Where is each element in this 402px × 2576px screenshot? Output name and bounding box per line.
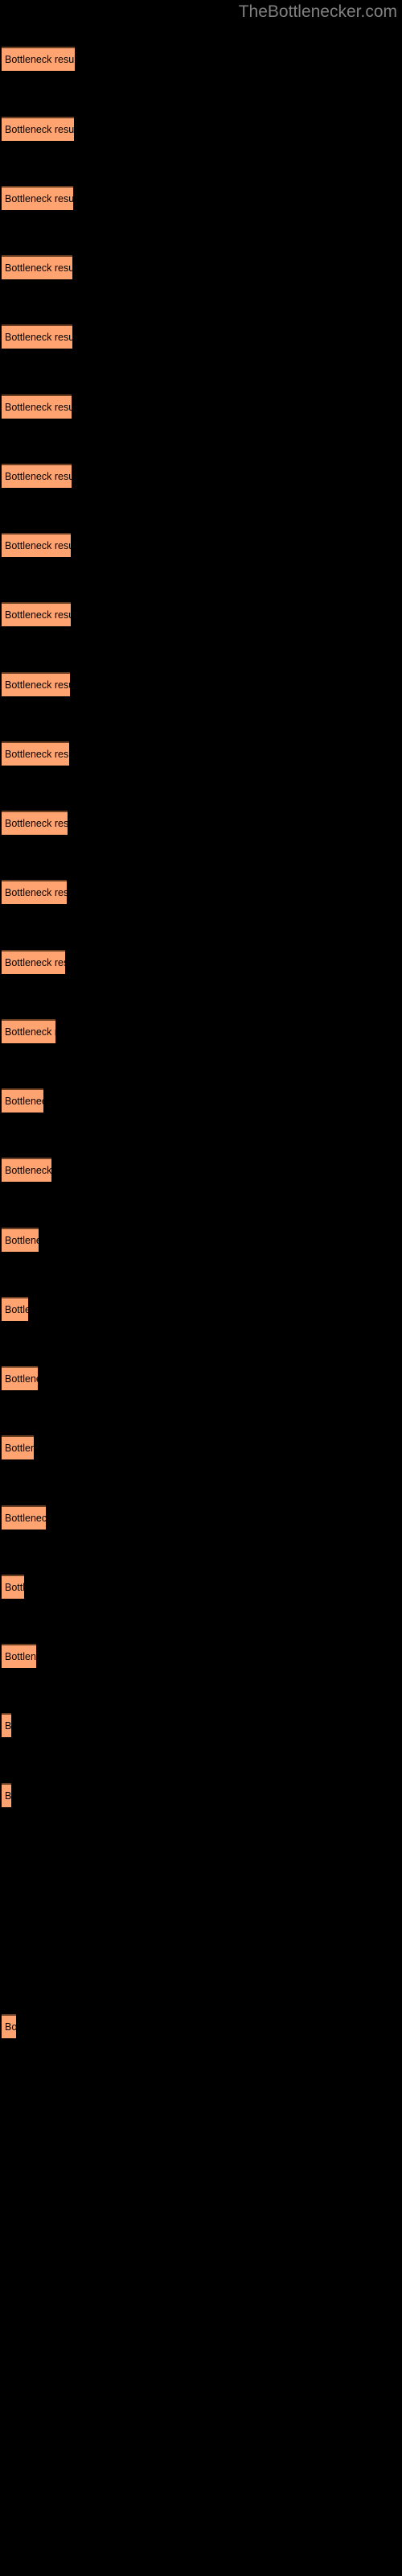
bar-label: Bottleneck result: [5, 818, 68, 829]
bar-label: Bottleneck result: [5, 1304, 28, 1315]
bar-bottleneck-result[interactable]: Bottleneck result: [2, 394, 72, 419]
bar-label: Bottleneck result: [5, 262, 72, 274]
bar-label: Bottleneck result: [5, 957, 65, 968]
bar-bottleneck-result[interactable]: Bottleneck result: [2, 1644, 36, 1668]
bar-bottleneck-result[interactable]: Bottleneck result: [2, 1505, 46, 1530]
bar-label: Bottleneck result: [5, 332, 72, 343]
bar-label: Bottleneck result: [5, 1165, 51, 1176]
bar-bottleneck-result[interactable]: Bottleneck result: [2, 1783, 11, 1807]
bar-label: Bottleneck result: [5, 609, 71, 621]
bar-label: Bottleneck result: [5, 1720, 11, 1732]
bar-label: Bottleneck result: [5, 1513, 46, 1524]
bar-bottleneck-result[interactable]: Bottleneck result: [2, 533, 71, 557]
bar-label: Bottleneck result: [5, 1373, 38, 1385]
bar-label: Bottleneck result: [5, 402, 72, 413]
bar-bottleneck-result[interactable]: Bottleneck result: [2, 811, 68, 835]
bar-label: Bottleneck result: [5, 1026, 55, 1038]
bar-bottleneck-result[interactable]: Bottleneck result: [2, 47, 75, 71]
bar-list: Bottleneck result Bottleneck result Bottle…: [0, 0, 402, 2576]
bar-label: Bottleneck result: [5, 124, 74, 135]
bar-bottleneck-result[interactable]: Bottleneck result: [2, 2014, 16, 2038]
bar-label: Bottleneck result: [5, 1582, 24, 1593]
bar-bottleneck-result[interactable]: Bottleneck result: [2, 1297, 28, 1321]
bar-label: Bottleneck result: [5, 54, 75, 65]
bar-label: Bottleneck result: [5, 540, 71, 551]
bar-label: Bottleneck result: [5, 471, 72, 482]
bar-label: Bottleneck result: [5, 1443, 34, 1454]
bar-bottleneck-result[interactable]: Bottleneck result: [2, 950, 65, 974]
bar-bottleneck-result[interactable]: Bottleneck result: [2, 255, 72, 279]
chart-page: TheBottlenecker.com Bottleneck result Bot…: [0, 0, 402, 2576]
bar-bottleneck-result[interactable]: Bottleneck result: [2, 1088, 43, 1113]
bar-bottleneck-result[interactable]: Bottleneck result: [2, 602, 71, 626]
bar-label: Bottleneck result: [5, 679, 70, 691]
bar-bottleneck-result[interactable]: Bottleneck result: [2, 1228, 39, 1252]
bar-bottleneck-result[interactable]: Bottleneck result: [2, 1019, 55, 1043]
bar-bottleneck-result[interactable]: Bottleneck result: [2, 1366, 38, 1390]
bar-bottleneck-result[interactable]: Bottleneck result: [2, 1713, 11, 1737]
bar-bottleneck-result[interactable]: Bottleneck result: [2, 186, 73, 210]
bar-label: Bottleneck result: [5, 749, 69, 760]
bar-bottleneck-result[interactable]: Bottleneck result: [2, 117, 74, 141]
bar-label: Bottleneck result: [5, 1790, 11, 1802]
bar-label: Bottleneck result: [5, 1235, 39, 1246]
bar-bottleneck-result[interactable]: Bottleneck result: [2, 1435, 34, 1459]
bar-bottleneck-result[interactable]: Bottleneck result: [2, 324, 72, 349]
bar-bottleneck-result[interactable]: Bottleneck result: [2, 1158, 51, 1182]
bar-label: Bottleneck result: [5, 887, 67, 898]
bar-label: Bottleneck result: [5, 1096, 43, 1107]
bar-bottleneck-result[interactable]: Bottleneck result: [2, 741, 69, 766]
bar-label: Bottleneck result: [5, 2021, 16, 2033]
bar-bottleneck-result[interactable]: Bottleneck result: [2, 880, 67, 904]
bar-bottleneck-result[interactable]: Bottleneck result: [2, 672, 70, 696]
bar-bottleneck-result[interactable]: Bottleneck result: [2, 464, 72, 488]
bar-label: Bottleneck result: [5, 1651, 36, 1662]
bar-bottleneck-result[interactable]: Bottleneck result: [2, 1575, 24, 1599]
bar-label: Bottleneck result: [5, 193, 73, 204]
